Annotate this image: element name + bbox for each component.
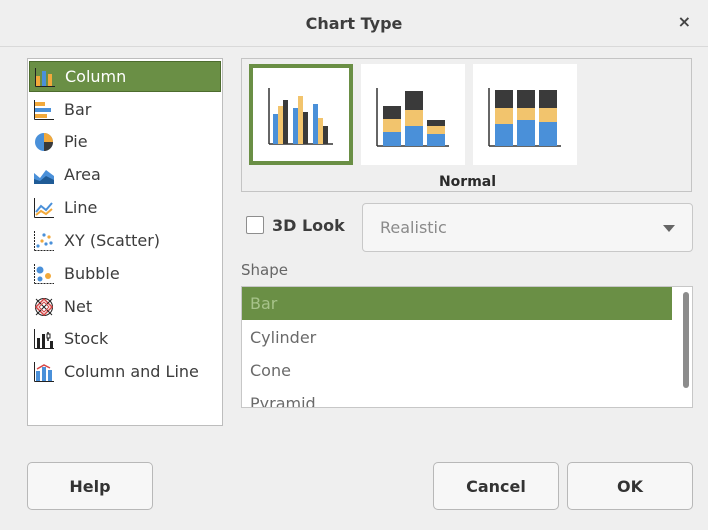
shape-list[interactable]: Bar Cylinder Cone Pyramid [241, 286, 693, 408]
column-stacked-icon [376, 88, 449, 147]
chart-type-column-and-line[interactable]: Column and Line [29, 356, 221, 387]
3d-style-dropdown[interactable]: Realistic [362, 203, 693, 252]
close-icon[interactable]: × [678, 12, 691, 31]
chart-type-pie[interactable]: Pie [29, 126, 221, 157]
column-normal-icon [268, 88, 333, 145]
help-button[interactable]: Help [27, 462, 153, 510]
chart-type-bubble[interactable]: Bubble [29, 258, 221, 289]
chart-type-scatter[interactable]: XY (Scatter) [29, 225, 221, 256]
column-chart-icon [35, 67, 55, 87]
chart-type-label: Column and Line [64, 362, 199, 381]
net-chart-icon [34, 297, 54, 316]
chart-type-label: Stock [64, 329, 109, 348]
shape-list-scrollbar[interactable] [683, 292, 689, 388]
chart-type-label: Pie [64, 132, 88, 151]
chart-type-column[interactable]: Column [29, 61, 221, 92]
chart-type-label: Area [64, 165, 101, 184]
bubble-chart-icon [34, 263, 54, 284]
chevron-down-icon [663, 225, 675, 232]
dialog-title: Chart Type [305, 14, 403, 33]
3d-look-checkbox[interactable] [246, 216, 264, 234]
chart-variant-panel: Normal [241, 58, 692, 192]
chart-type-area[interactable]: Area [29, 159, 221, 190]
chart-type-stock[interactable]: Stock [29, 323, 221, 354]
chart-type-label: Column [65, 67, 127, 86]
chart-type-bar[interactable]: Bar [29, 94, 221, 125]
3d-style-value: Realistic [380, 218, 447, 237]
chart-type-label: Net [64, 297, 93, 316]
bar-chart-icon [34, 99, 54, 120]
shape-item-bar[interactable]: Bar [242, 287, 672, 320]
pie-chart-icon [35, 132, 53, 151]
variant-name-label: Normal [438, 174, 497, 190]
scatter-chart-icon [34, 230, 54, 251]
variant-normal[interactable] [249, 64, 353, 165]
title-bar: Chart Type × [0, 0, 708, 47]
shape-item-cylinder[interactable]: Cylinder [242, 321, 672, 354]
chart-type-label: Bar [64, 100, 92, 119]
chart-type-list[interactable]: Column Bar Pie Area Line XY (Scatter) Bu… [27, 58, 223, 426]
shape-label: Shape [241, 261, 288, 279]
column-percent-stacked-icon [488, 88, 561, 147]
chart-type-net[interactable]: Net [29, 291, 221, 322]
variant-stacked[interactable] [361, 64, 465, 165]
column-line-chart-icon [34, 361, 54, 382]
3d-look-label[interactable]: 3D Look [272, 216, 345, 235]
ok-button[interactable]: OK [567, 462, 693, 510]
line-chart-icon [34, 197, 54, 218]
stock-chart-icon [34, 328, 54, 349]
cancel-button[interactable]: Cancel [433, 462, 559, 510]
area-chart-icon [34, 169, 54, 184]
chart-type-label: Line [64, 198, 98, 217]
chart-type-label: Bubble [64, 264, 120, 283]
chart-type-label: XY (Scatter) [64, 231, 161, 250]
chart-type-line[interactable]: Line [29, 192, 221, 223]
variant-percent-stacked[interactable] [473, 64, 577, 165]
shape-item-cone[interactable]: Cone [242, 354, 672, 387]
shape-item-pyramid[interactable]: Pyramid [242, 387, 672, 407]
